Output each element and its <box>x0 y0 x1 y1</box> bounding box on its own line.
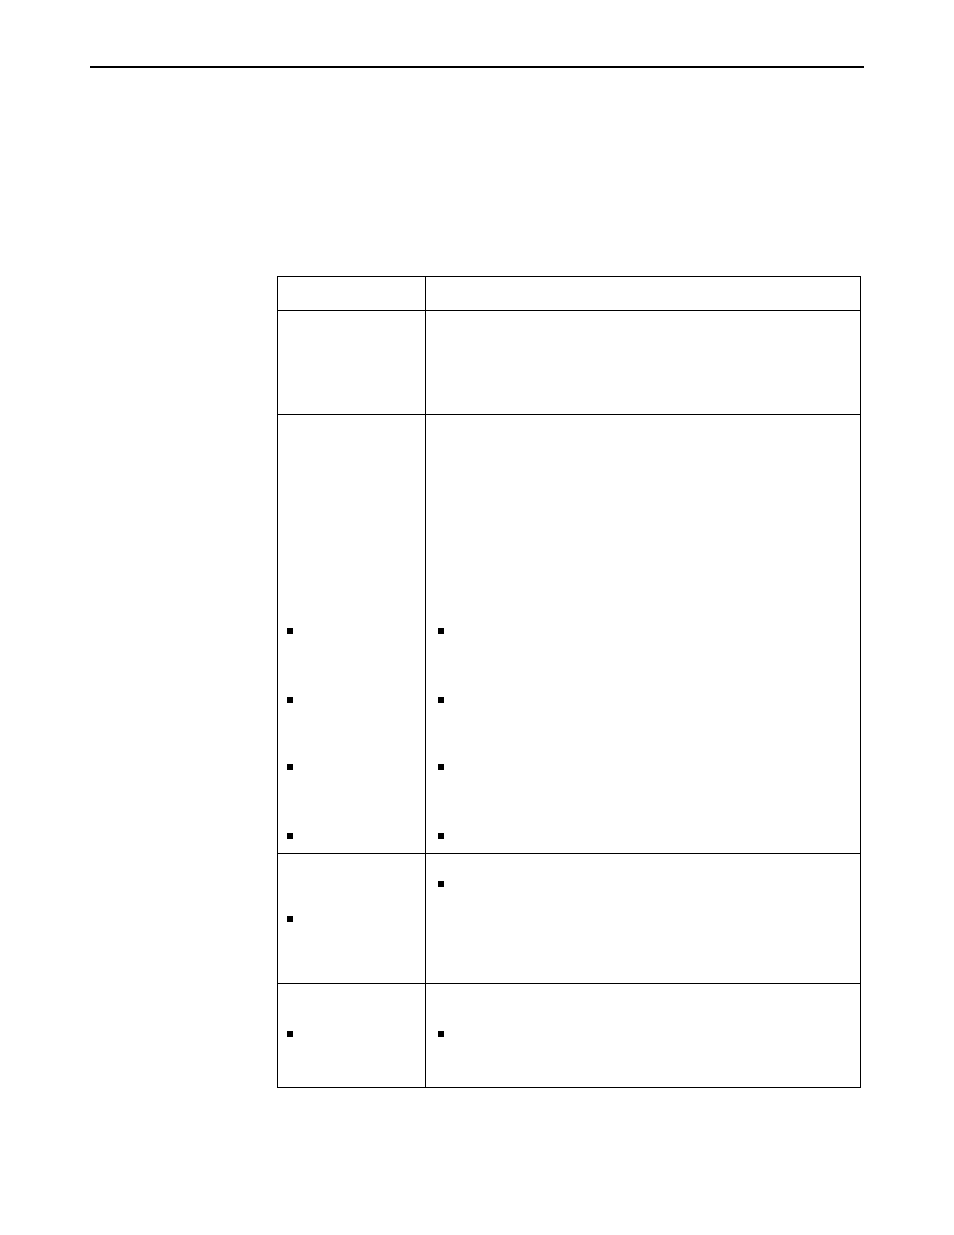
table-row <box>278 854 861 984</box>
table-cell <box>278 311 426 415</box>
bullet-icon <box>287 764 293 770</box>
bullet-icon <box>287 697 293 703</box>
bullet-icon <box>287 916 293 922</box>
table-row <box>278 984 861 1088</box>
bullet-icon <box>287 628 293 634</box>
table-cell <box>278 854 426 984</box>
bullet-icon <box>287 1031 293 1037</box>
bullet-icon <box>438 881 444 887</box>
table-cell <box>426 854 861 984</box>
table-cell <box>426 311 861 415</box>
table-header-row <box>278 277 861 311</box>
table-cell <box>278 415 426 854</box>
page-top-rule <box>90 66 864 68</box>
bullet-icon <box>438 628 444 634</box>
table-cell <box>426 984 861 1088</box>
bullet-icon <box>438 764 444 770</box>
bullet-icon <box>438 1031 444 1037</box>
bullet-icon <box>438 833 444 839</box>
table-cell <box>278 984 426 1088</box>
table-cell <box>426 415 861 854</box>
bullet-icon <box>287 833 293 839</box>
table-header-cell-1 <box>278 277 426 311</box>
content-table <box>277 276 860 1088</box>
page <box>0 0 954 1235</box>
table <box>277 276 861 1088</box>
table-row <box>278 311 861 415</box>
table-header-cell-2 <box>426 277 861 311</box>
table-row <box>278 415 861 854</box>
bullet-icon <box>438 697 444 703</box>
